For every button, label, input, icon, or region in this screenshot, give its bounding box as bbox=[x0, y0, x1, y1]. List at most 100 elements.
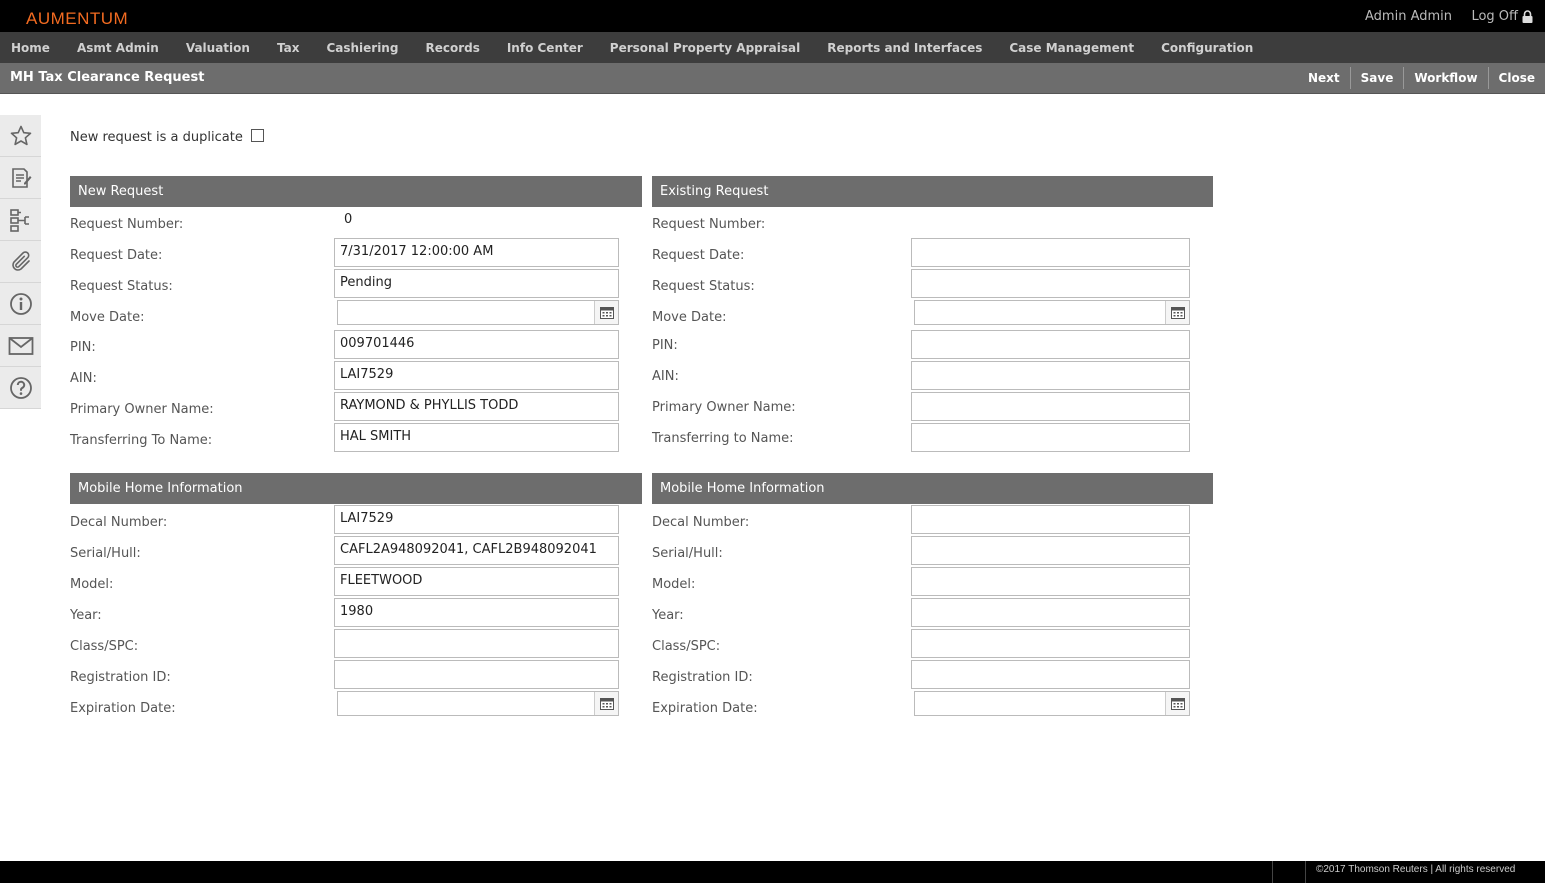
existing-request-date-label: Request Date: bbox=[652, 248, 745, 263]
existing-serial-field[interactable] bbox=[911, 536, 1190, 565]
sidebar-mail[interactable] bbox=[0, 325, 41, 367]
new-transferring-to-label: Transferring To Name: bbox=[70, 433, 213, 448]
calendar-icon[interactable] bbox=[1165, 692, 1189, 715]
new-year-label: Year: bbox=[70, 608, 102, 623]
nav-cashiering[interactable]: Cashiering bbox=[313, 41, 412, 55]
existing-serial-label: Serial/Hull: bbox=[652, 546, 723, 561]
existing-transferring-to-field[interactable] bbox=[911, 423, 1190, 452]
existing-expiration-date-field[interactable] bbox=[914, 691, 1190, 716]
nav-asmt-admin[interactable]: Asmt Admin bbox=[63, 41, 172, 55]
user-name[interactable]: Admin Admin bbox=[1365, 9, 1452, 24]
new-registration-label: Registration ID: bbox=[70, 670, 171, 685]
existing-model-label: Model: bbox=[652, 577, 696, 592]
duplicate-checkbox[interactable] bbox=[250, 129, 264, 142]
nav-records[interactable]: Records bbox=[412, 41, 493, 55]
hierarchy-icon bbox=[9, 208, 29, 232]
new-year-field[interactable]: 1980 bbox=[334, 598, 619, 627]
existing-model-field[interactable] bbox=[911, 567, 1190, 596]
info-icon bbox=[9, 292, 32, 315]
sidebar-hierarchy[interactable] bbox=[0, 199, 41, 241]
envelope-icon bbox=[8, 336, 33, 355]
new-model-field[interactable]: FLEETWOOD bbox=[334, 567, 619, 596]
existing-year-label: Year: bbox=[652, 608, 684, 623]
sidebar-info[interactable] bbox=[0, 283, 41, 325]
new-pin-label: PIN: bbox=[70, 340, 96, 355]
existing-class-spc-label: Class/SPC: bbox=[652, 639, 721, 654]
existing-request-status-field[interactable] bbox=[911, 269, 1190, 298]
footer: ©2017 Thomson Reuters | All rights reser… bbox=[0, 861, 1545, 883]
nav-reports-and-interfaces[interactable]: Reports and Interfaces bbox=[814, 41, 996, 55]
new-serial-field[interactable]: CAFL2A948092041, CAFL2B948092041 bbox=[334, 536, 619, 565]
existing-pin-label: PIN: bbox=[652, 338, 678, 353]
existing-decal-field[interactable] bbox=[911, 505, 1190, 534]
new-ain-field[interactable]: LAI7529 bbox=[334, 361, 619, 390]
left-sidebar bbox=[0, 115, 41, 409]
new-request-status-field[interactable]: Pending bbox=[334, 269, 619, 298]
sidebar-notes[interactable] bbox=[0, 157, 41, 199]
existing-primary-owner-field[interactable] bbox=[911, 392, 1190, 421]
footer-divider bbox=[1305, 861, 1306, 883]
new-expiration-date-field[interactable] bbox=[337, 691, 619, 716]
existing-request-date-field[interactable] bbox=[911, 238, 1190, 267]
new-class-spc-field[interactable] bbox=[334, 629, 619, 658]
calendar-icon[interactable] bbox=[594, 692, 618, 715]
existing-request-header: Existing Request bbox=[652, 176, 1213, 207]
new-model-label: Model: bbox=[70, 577, 114, 592]
new-request-number-label: Request Number: bbox=[70, 217, 184, 232]
sidebar-help[interactable] bbox=[0, 367, 41, 409]
logoff-label: Log Off bbox=[1471, 9, 1518, 24]
new-primary-owner-field[interactable]: RAYMOND & PHYLLIS TODD bbox=[334, 392, 619, 421]
calendar-icon[interactable] bbox=[594, 301, 618, 324]
nav-valuation[interactable]: Valuation bbox=[172, 41, 263, 55]
nav-case-management[interactable]: Case Management bbox=[996, 41, 1148, 55]
existing-class-spc-field[interactable] bbox=[911, 629, 1190, 658]
new-registration-field[interactable] bbox=[334, 660, 619, 689]
new-request-date-field[interactable]: 7/31/2017 12:00:00 AM bbox=[334, 238, 619, 267]
existing-pin-field[interactable] bbox=[911, 330, 1190, 359]
app-logo[interactable]: AUMENTUM bbox=[26, 9, 128, 29]
existing-decal-label: Decal Number: bbox=[652, 515, 750, 530]
new-request-date-label: Request Date: bbox=[70, 248, 163, 263]
new-request-number-value: 0 bbox=[344, 212, 353, 227]
star-icon bbox=[10, 125, 31, 145]
existing-move-date-field[interactable] bbox=[914, 300, 1190, 325]
workflow-button[interactable]: Workflow bbox=[1403, 67, 1487, 89]
new-pin-field[interactable]: 009701446 bbox=[334, 330, 619, 359]
existing-primary-owner-label: Primary Owner Name: bbox=[652, 400, 796, 415]
new-move-date-label: Move Date: bbox=[70, 310, 145, 325]
new-decal-label: Decal Number: bbox=[70, 515, 168, 530]
existing-year-field[interactable] bbox=[911, 598, 1190, 627]
nav-home[interactable]: Home bbox=[0, 41, 63, 55]
nav-info-center[interactable]: Info Center bbox=[493, 41, 596, 55]
existing-registration-label: Registration ID: bbox=[652, 670, 753, 685]
new-transferring-to-field[interactable]: HAL SMITH bbox=[334, 423, 619, 452]
sidebar-favorites[interactable] bbox=[0, 115, 41, 157]
duplicate-label: New request is a duplicate bbox=[70, 130, 243, 145]
nav-personal-property-appraisal[interactable]: Personal Property Appraisal bbox=[596, 41, 813, 55]
calendar-icon[interactable] bbox=[1165, 301, 1189, 324]
action-toolbar: Next Save Workflow Close bbox=[1298, 63, 1545, 93]
logoff-link[interactable]: Log Off bbox=[1471, 9, 1533, 24]
existing-request-status-label: Request Status: bbox=[652, 279, 755, 294]
sidebar-attachments[interactable] bbox=[0, 241, 41, 283]
new-ain-label: AIN: bbox=[70, 371, 97, 386]
new-move-date-field[interactable] bbox=[337, 300, 619, 325]
new-primary-owner-label: Primary Owner Name: bbox=[70, 402, 214, 417]
existing-registration-field[interactable] bbox=[911, 660, 1190, 689]
existing-ain-field[interactable] bbox=[911, 361, 1190, 390]
existing-request-number-label: Request Number: bbox=[652, 217, 766, 232]
top-bar: AUMENTUM Admin Admin Log Off bbox=[0, 0, 1545, 32]
copyright-text: ©2017 Thomson Reuters | All rights reser… bbox=[1316, 864, 1516, 875]
new-decal-field[interactable]: LAI7529 bbox=[334, 505, 619, 534]
main-nav: Home Asmt Admin Valuation Tax Cashiering… bbox=[0, 32, 1545, 63]
save-button[interactable]: Save bbox=[1349, 67, 1404, 89]
nav-tax[interactable]: Tax bbox=[263, 41, 312, 55]
new-serial-label: Serial/Hull: bbox=[70, 546, 141, 561]
existing-transferring-to-label: Transferring to Name: bbox=[652, 431, 794, 446]
paperclip-icon bbox=[11, 250, 30, 271]
document-edit-icon bbox=[11, 167, 31, 188]
next-button[interactable]: Next bbox=[1298, 67, 1350, 89]
new-mobile-home-header: Mobile Home Information bbox=[70, 473, 642, 504]
close-button[interactable]: Close bbox=[1487, 67, 1545, 89]
nav-configuration[interactable]: Configuration bbox=[1148, 41, 1267, 55]
